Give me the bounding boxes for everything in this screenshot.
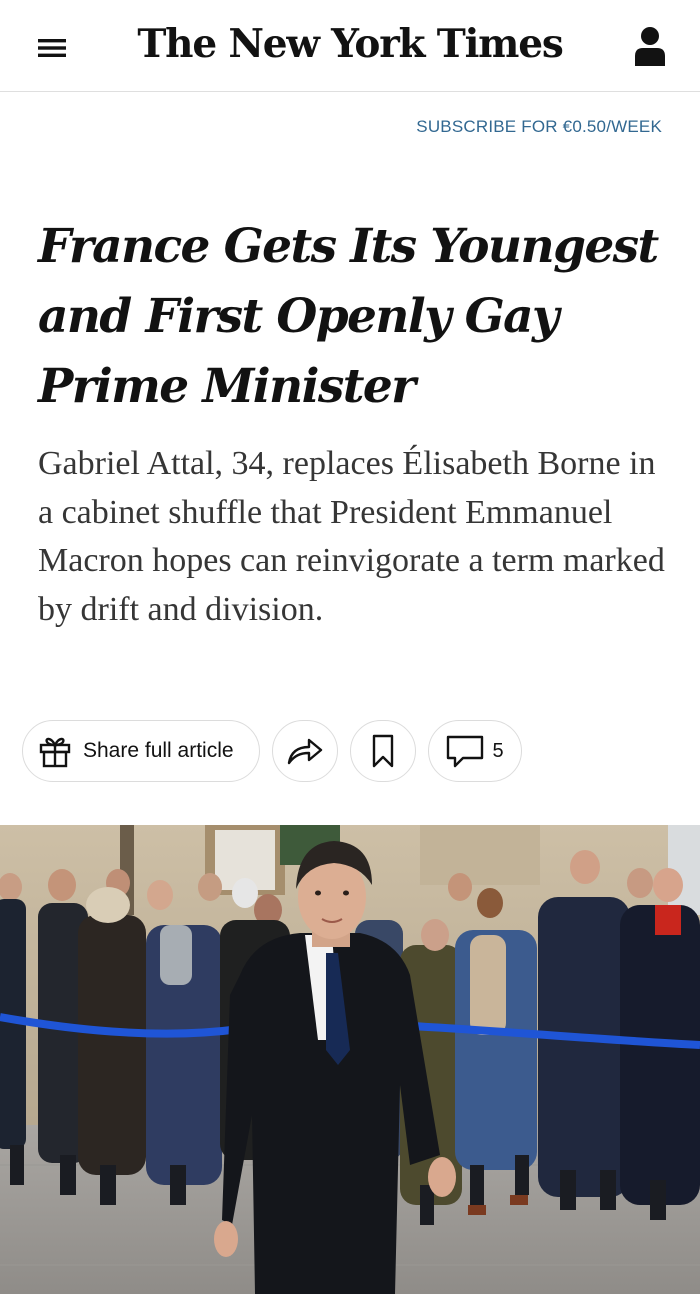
gift-icon — [39, 737, 71, 768]
share-full-article-label: Share full article — [83, 739, 234, 762]
account-button[interactable] — [626, 22, 674, 70]
forward-arrow-icon — [287, 738, 323, 765]
comment-count: 5 — [492, 739, 504, 762]
comment-bubble-icon — [447, 735, 484, 768]
article-summary: Gabriel Attal, 34, replaces Élisabeth Bo… — [38, 445, 665, 628]
person-icon — [635, 27, 665, 66]
top-navigation-bar: The New York Times — [0, 0, 700, 92]
forward-share-button[interactable] — [272, 720, 338, 782]
bookmark-icon — [372, 734, 394, 768]
save-bookmark-button[interactable] — [350, 720, 416, 782]
share-full-article-button[interactable]: Share full article — [22, 720, 260, 782]
lead-photo-image — [0, 825, 700, 1294]
article-headline: France Gets Its Youngest and First Openl… — [38, 219, 659, 414]
subscribe-link[interactable]: SUBSCRIBE FOR €0.50/WEEK — [416, 117, 662, 137]
lead-photo[interactable] — [0, 825, 700, 1294]
comments-button[interactable]: 5 — [428, 720, 522, 782]
masthead-logo[interactable]: The New York Times — [0, 14, 700, 74]
